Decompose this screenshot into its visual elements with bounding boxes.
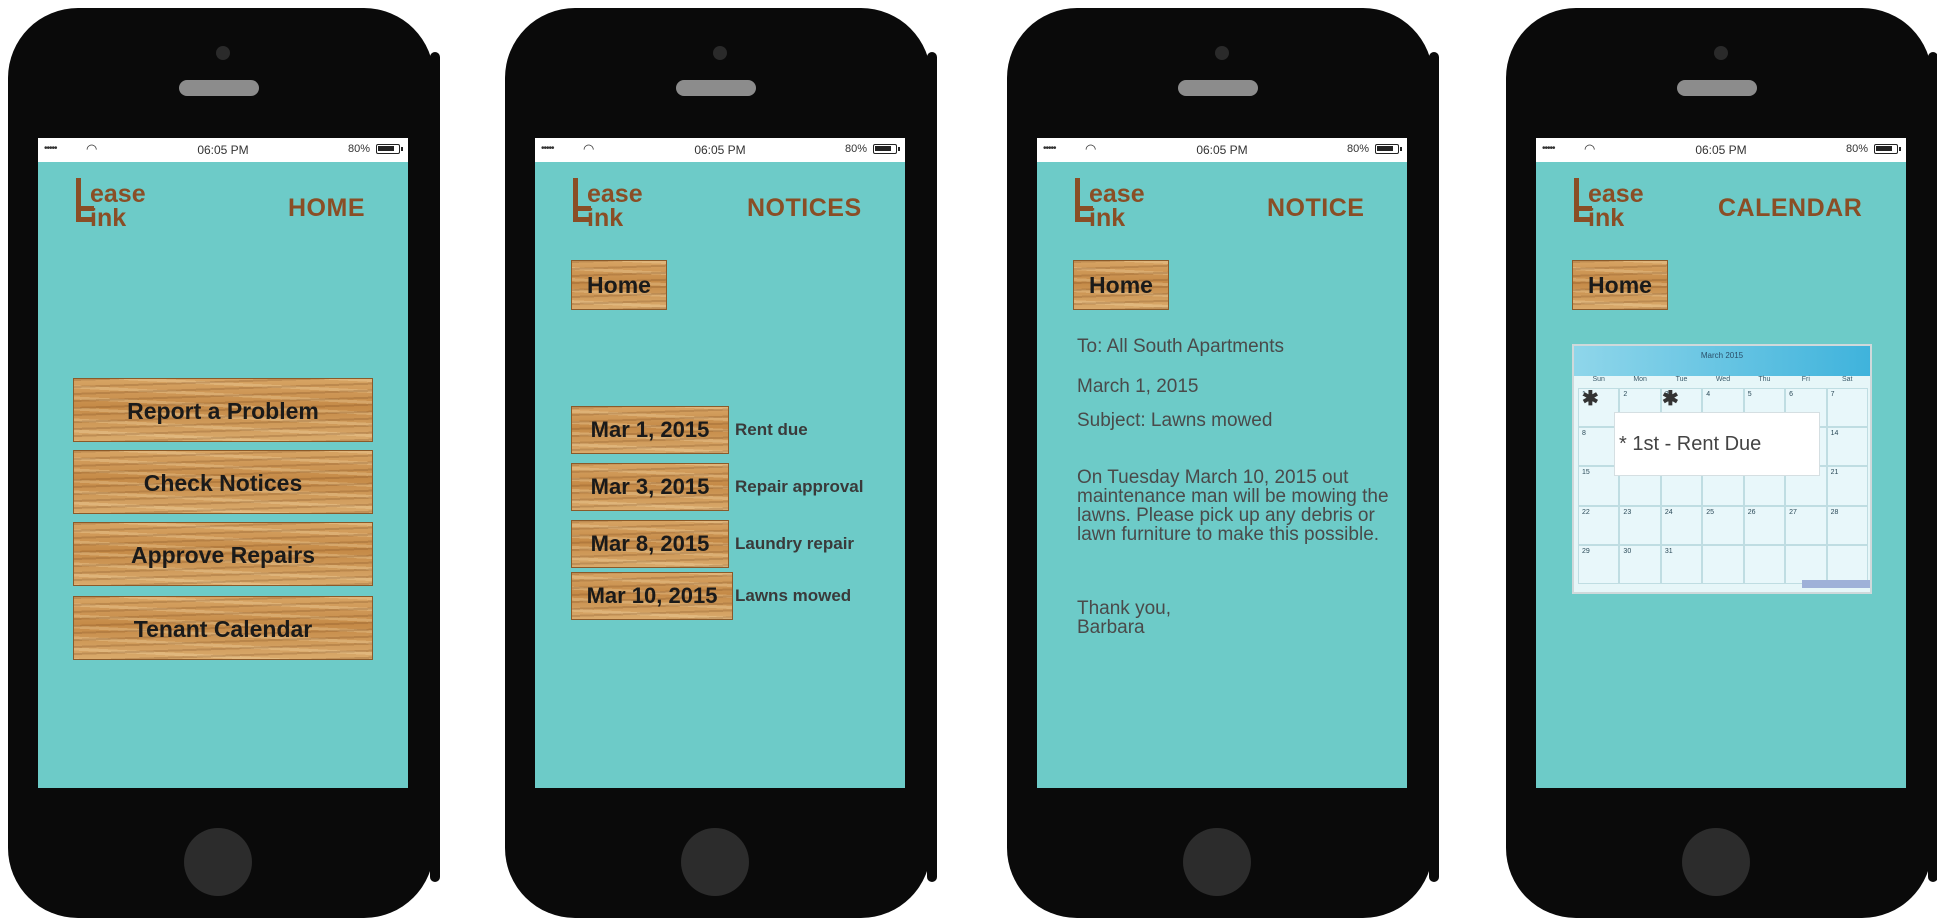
notice-date-button[interactable]: Mar 10, 2015 bbox=[571, 572, 733, 620]
battery-icon bbox=[376, 144, 403, 154]
notice-subject: Subject: Lawns mowed bbox=[1077, 410, 1273, 431]
calendar-day-cell[interactable] bbox=[1826, 544, 1868, 584]
calendar-day-cell[interactable]: 25 bbox=[1702, 505, 1744, 545]
weekday-label: Wed bbox=[1715, 376, 1731, 383]
device-home-button[interactable] bbox=[184, 828, 252, 896]
page-title: NOTICES bbox=[747, 194, 862, 222]
calendar-day-cell[interactable] bbox=[1743, 544, 1786, 584]
notice-subject[interactable]: Lawns mowed bbox=[735, 572, 853, 620]
calendar-day-cell[interactable]: 14 bbox=[1826, 427, 1868, 467]
page-title: CALENDAR bbox=[1718, 194, 1863, 222]
page-title: HOME bbox=[288, 194, 365, 222]
battery-percent: 80% bbox=[1845, 143, 1868, 155]
status-bar: ••••• ◠ 06:05 PM 80% bbox=[535, 138, 905, 162]
device-home-button[interactable] bbox=[681, 828, 749, 896]
battery-icon bbox=[873, 144, 900, 154]
logo-line-2: ink bbox=[1588, 204, 1625, 232]
battery-percent: 80% bbox=[347, 143, 370, 155]
notice-body: On Tuesday March 10, 2015 out maintenanc… bbox=[1077, 467, 1389, 545]
weekday-label: Mon bbox=[1633, 376, 1647, 383]
phone-notice: ••••• ◠ 06:05 PM 80% ease ink NOTICE Hom… bbox=[1007, 8, 1439, 918]
calendar-scrollbar[interactable] bbox=[1802, 580, 1870, 588]
camera bbox=[1714, 46, 1728, 60]
speaker bbox=[1677, 80, 1757, 96]
tenant-calendar-button[interactable]: Tenant Calendar bbox=[73, 596, 373, 660]
calendar-day-cell[interactable]: 30 bbox=[1619, 544, 1661, 584]
logo-line-2: ink bbox=[1089, 204, 1126, 232]
calendar-day-cell[interactable]: 26 bbox=[1743, 505, 1786, 545]
report-problem-button[interactable]: Report a Problem bbox=[73, 378, 373, 442]
notice-date: March 1, 2015 bbox=[1077, 376, 1199, 397]
weekday-label: Sat bbox=[1841, 376, 1853, 383]
notice-date-button[interactable]: Mar 1, 2015 bbox=[571, 406, 729, 454]
weekday-label: Thu bbox=[1758, 376, 1771, 383]
calendar-day-cell[interactable]: 21 bbox=[1826, 466, 1868, 506]
calendar-header: March 2015 bbox=[1574, 346, 1870, 376]
notice-subject[interactable]: Rent due bbox=[735, 406, 807, 454]
battery-percent: 80% bbox=[1346, 143, 1369, 155]
lease-link-logo: ease ink bbox=[573, 178, 683, 238]
phone-calendar: ••••• ◠ 06:05 PM 80% ease ink CALENDAR H… bbox=[1506, 8, 1937, 918]
status-bar: ••••• ◠ 06:05 PM 80% bbox=[1536, 138, 1906, 162]
approve-repairs-button[interactable]: Approve Repairs bbox=[73, 522, 373, 586]
check-notices-button[interactable]: Check Notices bbox=[73, 450, 373, 514]
calendar-day-cell[interactable]: 24 bbox=[1660, 505, 1703, 545]
calendar-day-cell[interactable]: 23 bbox=[1619, 505, 1661, 545]
calendar-day-cell[interactable]: 28 bbox=[1826, 505, 1868, 545]
calendar-weekdays: Sun Mon Tue Wed Thu Fri Sat bbox=[1578, 376, 1868, 388]
phone-home: ••••• ◠ 06:05 PM 80% ease ink HOME Repor… bbox=[8, 8, 440, 918]
home-button[interactable]: Home bbox=[1572, 260, 1668, 310]
phone-notices: ••••• ◠ 06:05 PM 80% ease ink NOTICES Ho… bbox=[505, 8, 937, 918]
camera bbox=[1215, 46, 1229, 60]
event-marker-icon: ✱ bbox=[1582, 388, 1599, 410]
camera bbox=[713, 46, 727, 60]
notice-date-button[interactable]: Mar 3, 2015 bbox=[571, 463, 729, 511]
device-home-button[interactable] bbox=[1183, 828, 1251, 896]
battery-icon bbox=[1375, 144, 1402, 154]
screen-notices: ••••• ◠ 06:05 PM 80% ease ink NOTICES Ho… bbox=[535, 138, 905, 788]
speaker bbox=[676, 80, 756, 96]
calendar-widget: March 2015 Sun Mon Tue Wed Thu Fri Sat 1… bbox=[1572, 344, 1872, 594]
calendar-day-cell[interactable]: 31 bbox=[1660, 544, 1703, 584]
screen-calendar: ••••• ◠ 06:05 PM 80% ease ink CALENDAR H… bbox=[1536, 138, 1906, 788]
calendar-day-cell[interactable]: 29 bbox=[1578, 544, 1620, 584]
logo-line-2: ink bbox=[587, 204, 624, 232]
home-button[interactable]: Home bbox=[1073, 260, 1169, 310]
event-marker-icon: ✱ bbox=[1662, 388, 1679, 410]
notice-date-button[interactable]: Mar 8, 2015 bbox=[571, 520, 729, 568]
page-title: NOTICE bbox=[1267, 194, 1365, 222]
device-home-button[interactable] bbox=[1682, 828, 1750, 896]
battery-percent: 80% bbox=[844, 143, 867, 155]
battery-icon bbox=[1874, 144, 1901, 154]
calendar-event-popup[interactable]: * 1st - Rent Due bbox=[1614, 412, 1820, 476]
speaker bbox=[1178, 80, 1258, 96]
logo-line-2: ink bbox=[90, 204, 127, 232]
speaker bbox=[179, 80, 259, 96]
calendar-day-cell[interactable]: 7 bbox=[1826, 388, 1868, 428]
notice-signature: Barbara bbox=[1077, 617, 1145, 638]
lease-link-logo: ease ink bbox=[76, 178, 186, 238]
calendar-month: March 2015 bbox=[1700, 351, 1744, 360]
calendar-day-cell[interactable]: 27 bbox=[1785, 505, 1827, 545]
calendar-day-cell[interactable] bbox=[1702, 544, 1744, 584]
calendar-day-cell[interactable]: 22 bbox=[1578, 505, 1620, 545]
lease-link-logo: ease ink bbox=[1075, 178, 1185, 238]
lease-link-logo: ease ink bbox=[1574, 178, 1684, 238]
home-button[interactable]: Home bbox=[571, 260, 667, 310]
calendar-day-cell[interactable] bbox=[1785, 544, 1827, 584]
status-bar: ••••• ◠ 06:05 PM 80% bbox=[1037, 138, 1407, 162]
status-bar: ••••• ◠ 06:05 PM 80% bbox=[38, 138, 408, 162]
camera bbox=[216, 46, 230, 60]
notice-to: To: All South Apartments bbox=[1077, 336, 1285, 357]
weekday-label: Fri bbox=[1801, 376, 1810, 383]
notice-subject[interactable]: Laundry repair bbox=[735, 520, 865, 568]
screen-notice: ••••• ◠ 06:05 PM 80% ease ink NOTICE Hom… bbox=[1037, 138, 1407, 788]
screen-home: ••••• ◠ 06:05 PM 80% ease ink HOME Repor… bbox=[38, 138, 408, 788]
notice-subject[interactable]: Repair approval bbox=[735, 463, 865, 511]
